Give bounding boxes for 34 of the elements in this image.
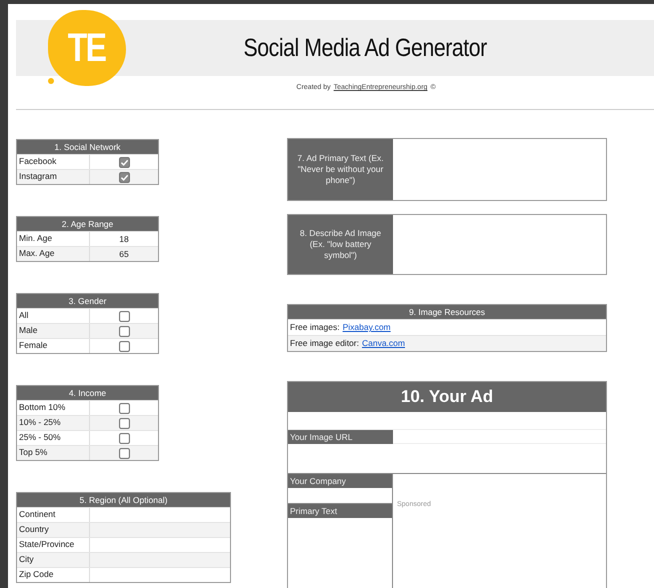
table-header: 2. Age Range: [17, 217, 158, 231]
field-label: 7. Ad Primary Text (Ex. "Never be without your phone"): [297, 153, 384, 186]
table-header: 1. Social Network: [17, 140, 158, 154]
ad-title: 10. Your Ad: [288, 382, 606, 412]
resource-label: Free images:: [290, 321, 340, 334]
table-header: 9. Image Resources: [288, 305, 606, 319]
field-label: Primary Text: [288, 504, 392, 518]
field-label: Your Company: [288, 474, 392, 488]
checkbox[interactable]: [118, 310, 130, 322]
checkbox[interactable]: [118, 156, 130, 168]
table-header: 5. Region (All Optional): [17, 493, 230, 507]
resource-link[interactable]: Canva.com: [362, 336, 405, 351]
row-label: Zip Code: [17, 568, 90, 582]
checkbox[interactable]: [118, 418, 130, 428]
resource-label: Free image editor:: [290, 337, 359, 350]
field-label: 8. Describe Ad Image (Ex. "low battery symbol"): [298, 228, 382, 261]
checkbox[interactable]: [118, 402, 130, 414]
row-label: Top 5%: [17, 446, 90, 460]
logo: TE: [48, 10, 126, 86]
page-title: Social Media Ad Generator: [243, 34, 487, 62]
checkbox[interactable]: [118, 340, 130, 352]
resource-link[interactable]: Pixabay.com: [342, 320, 391, 335]
table-header: 3. Gender: [17, 294, 158, 308]
checkbox[interactable]: [118, 448, 130, 458]
checkbox[interactable]: [118, 172, 130, 182]
checkbox[interactable]: [118, 432, 130, 444]
row-label: Female: [17, 339, 90, 353]
row-label: Max. Age: [17, 247, 90, 261]
value-cell[interactable]: 18: [119, 234, 129, 244]
table-header: 4. Income: [17, 386, 158, 400]
checkbox[interactable]: [118, 326, 130, 336]
row-label: Instagram: [17, 170, 90, 184]
field-label: Your Image URL: [288, 430, 393, 444]
value-cell[interactable]: 65: [119, 249, 129, 259]
